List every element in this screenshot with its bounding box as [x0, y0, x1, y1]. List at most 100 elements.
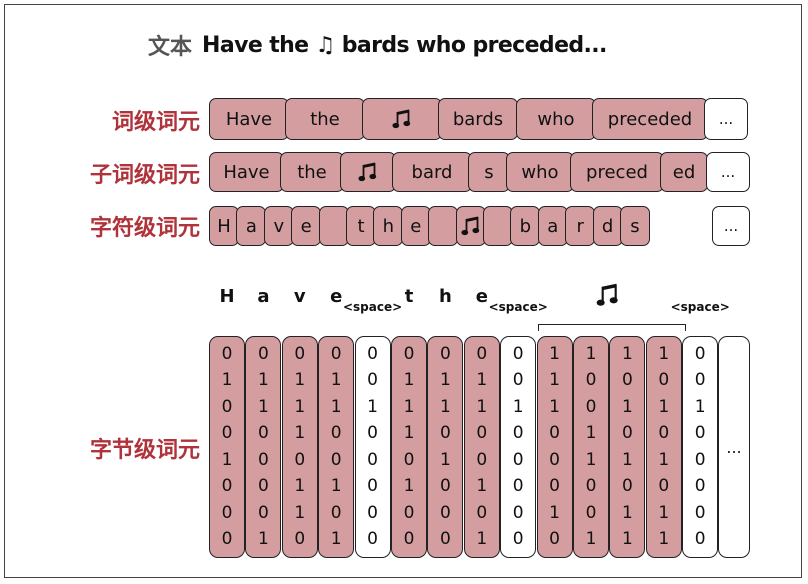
char-token: H — [209, 206, 239, 246]
bit: 1 — [330, 528, 342, 549]
bit: 1 — [694, 396, 706, 417]
char-token: a — [236, 206, 267, 246]
bit: 1 — [549, 396, 560, 417]
char-token-label: s — [630, 215, 640, 237]
bit: 0 — [257, 449, 269, 470]
char-header: h — [438, 286, 452, 307]
word-token: who — [516, 98, 596, 140]
bit: 0 — [367, 528, 378, 549]
bit: 0 — [549, 476, 560, 497]
bit: 1 — [549, 344, 560, 364]
bit: 0 — [403, 344, 415, 364]
bit: 1 — [621, 502, 633, 523]
bit: 0 — [585, 502, 597, 523]
bit: 1 — [476, 370, 488, 391]
bit: 0 — [512, 449, 524, 470]
bit: 0 — [439, 344, 451, 364]
byte-column: 0 0 1 0 0 0 0 0 — [682, 336, 719, 558]
char-token: a — [537, 206, 568, 246]
space-header: <space> — [488, 300, 548, 314]
word-token: the — [285, 98, 365, 140]
bit: 1 — [403, 370, 415, 391]
bit: 0 — [403, 449, 415, 470]
bit: 0 — [512, 476, 524, 497]
char-token — [428, 206, 459, 246]
byte-column: 0 0 1 0 0 0 0 0 — [354, 336, 391, 558]
bit: 0 — [585, 396, 597, 417]
bit: 1 — [367, 396, 378, 417]
bit: 1 — [658, 528, 670, 549]
subword-level-label: 子词级词元 — [89, 163, 200, 188]
char-token-label: e — [300, 215, 312, 237]
char-token-label: ... — [723, 217, 739, 235]
bit: 0 — [585, 476, 597, 497]
char-token-label: b — [519, 215, 532, 237]
char-token-label: t — [357, 215, 365, 237]
bit: 1 — [621, 396, 633, 417]
char-token — [455, 206, 486, 246]
word-level-label: 词级词元 — [111, 110, 200, 135]
char-token-label: d — [601, 215, 614, 237]
bit: 0 — [512, 423, 524, 444]
bit: 0 — [367, 423, 378, 444]
byte-column: 0 1 1 0 0 1 0 1 — [463, 336, 500, 558]
char-token-label: e — [410, 215, 422, 237]
bit: 0 — [512, 502, 524, 523]
bit: 0 — [403, 528, 415, 549]
bit: 1 — [221, 370, 233, 391]
bit: 0 — [330, 502, 342, 523]
word-token: preceded — [592, 98, 708, 140]
bit: 0 — [257, 344, 269, 364]
bit: 0 — [330, 449, 342, 470]
subword-token: s — [468, 152, 510, 192]
char-token: ... — [712, 206, 750, 246]
bit: 0 — [257, 423, 269, 444]
music-note-icon — [460, 215, 481, 237]
word-token-label: ... — [718, 110, 734, 128]
title-label: 文本 — [148, 35, 193, 60]
subword-token: the — [280, 152, 344, 192]
bit: 1 — [585, 423, 597, 444]
byte-column: 0 1 1 1 0 1 0 0 — [391, 336, 427, 558]
bit: 0 — [512, 528, 524, 549]
bit: 1 — [294, 476, 306, 497]
bit: 1 — [658, 449, 670, 470]
char-header: t — [404, 286, 414, 307]
bit: 1 — [585, 449, 597, 470]
byte-column: 0 1 0 0 1 0 0 0 — [209, 336, 245, 558]
word-token-label: the — [310, 108, 340, 130]
bit: 1 — [330, 370, 342, 391]
subword-token: who — [506, 152, 574, 192]
bit: 0 — [257, 476, 269, 497]
bit: 0 — [549, 449, 560, 470]
bit: 1 — [585, 344, 597, 364]
word-token-label: preceded — [607, 108, 693, 130]
bit: 0 — [621, 476, 633, 497]
bit: 1 — [257, 396, 269, 417]
bit: 1 — [476, 476, 488, 497]
bit: 0 — [694, 528, 706, 549]
bit: 0 — [221, 528, 233, 549]
bit: 0 — [439, 502, 451, 523]
bit: 0 — [476, 344, 488, 364]
char-token: e — [400, 206, 431, 246]
char-header: v — [293, 286, 306, 307]
subword-token: ed — [660, 152, 708, 192]
bit: 0 — [403, 502, 415, 523]
byte-column: 1 1 1 0 0 0 1 0 — [536, 336, 573, 558]
bit: 1 — [294, 502, 306, 523]
bit: 0 — [367, 370, 378, 391]
byte-column: 1 0 1 0 1 0 1 1 — [609, 336, 646, 558]
byte-column: 0 1 1 0 0 0 0 1 — [245, 336, 282, 558]
bit: 0 — [330, 344, 342, 364]
char-token-label: h — [382, 215, 395, 237]
subword-token-label: ... — [720, 163, 736, 181]
char-token-label: a — [547, 215, 559, 237]
bit: 0 — [585, 370, 597, 391]
bit: 1 — [621, 344, 633, 364]
byte-column: 0 1 1 0 0 1 0 1 — [318, 336, 355, 558]
bit: 0 — [476, 449, 488, 470]
byte-column: 1 0 1 0 1 0 1 1 — [645, 336, 682, 558]
bit: 0 — [367, 502, 378, 523]
subword-token-label: Have — [223, 161, 270, 183]
